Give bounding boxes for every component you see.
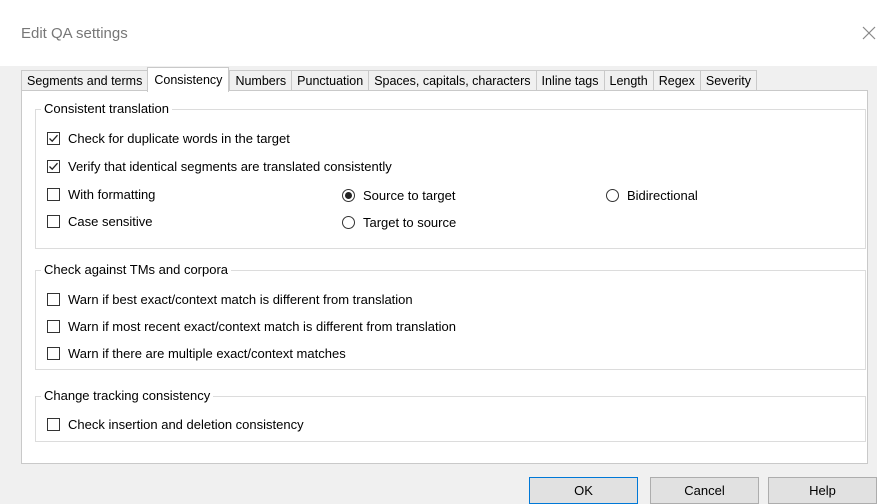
insertion-deletion-label: Check insertion and deletion consistency	[68, 417, 304, 432]
tab-severity[interactable]: Severity	[699, 70, 758, 91]
change-tracking-group: Change tracking consistency Check insert…	[35, 388, 866, 442]
duplicate-words-option[interactable]: Check for duplicate words in the target	[47, 131, 290, 146]
bidirectional-option[interactable]: Bidirectional	[606, 188, 698, 203]
tm-corpora-legend: Check against TMs and corpora	[41, 262, 232, 278]
best-match-checkbox[interactable]	[47, 293, 60, 306]
best-match-label: Warn if best exact/context match is diff…	[68, 292, 413, 307]
close-icon	[862, 26, 876, 40]
help-button[interactable]: Help	[768, 477, 877, 504]
consistent-translation-group: Consistent translation Check for duplica…	[35, 101, 866, 249]
tab-punctuation[interactable]: Punctuation	[291, 70, 369, 91]
checkmark-icon	[49, 134, 58, 143]
tab-strip: Segments and terms Consistency Numbers P…	[21, 67, 758, 92]
consistent-translation-legend: Consistent translation	[41, 101, 173, 117]
duplicate-words-checkbox[interactable]	[47, 132, 60, 145]
multiple-matches-label: Warn if there are multiple exact/context…	[68, 346, 346, 361]
edit-qa-settings-dialog: Edit QA settings Segments and terms Cons…	[0, 0, 877, 504]
source-to-target-label: Source to target	[363, 188, 456, 203]
tm-corpora-group: Check against TMs and corpora Warn if be…	[35, 262, 866, 370]
with-formatting-checkbox[interactable]	[47, 188, 60, 201]
bidirectional-label: Bidirectional	[627, 188, 698, 203]
with-formatting-label: With formatting	[68, 187, 156, 202]
case-sensitive-label: Case sensitive	[68, 214, 153, 229]
tab-regex[interactable]: Regex	[652, 70, 700, 91]
insertion-deletion-option[interactable]: Check insertion and deletion consistency	[47, 417, 304, 432]
multiple-matches-option[interactable]: Warn if there are multiple exact/context…	[47, 346, 346, 361]
insertion-deletion-checkbox[interactable]	[47, 418, 60, 431]
target-to-source-option[interactable]: Target to source	[342, 215, 456, 230]
checkmark-icon	[49, 162, 58, 171]
best-match-option[interactable]: Warn if best exact/context match is diff…	[47, 292, 413, 307]
source-to-target-radio[interactable]	[342, 189, 355, 202]
with-formatting-option[interactable]: With formatting	[47, 187, 155, 202]
tab-length[interactable]: Length	[603, 70, 653, 91]
tab-consistency[interactable]: Consistency	[147, 67, 230, 92]
ok-button[interactable]: OK	[529, 477, 638, 504]
identical-segments-option[interactable]: Verify that identical segments are trans…	[47, 159, 392, 174]
recent-match-option[interactable]: Warn if most recent exact/context match …	[47, 319, 456, 334]
tab-numbers[interactable]: Numbers	[229, 70, 292, 91]
tab-segments-and-terms[interactable]: Segments and terms	[21, 70, 148, 91]
change-tracking-legend: Change tracking consistency	[41, 388, 214, 404]
recent-match-checkbox[interactable]	[47, 320, 60, 333]
duplicate-words-label: Check for duplicate words in the target	[68, 131, 290, 146]
tab-inline-tags[interactable]: Inline tags	[535, 70, 604, 91]
recent-match-label: Warn if most recent exact/context match …	[68, 319, 456, 334]
tab-spaces-capitals-characters[interactable]: Spaces, capitals, characters	[368, 70, 536, 91]
source-to-target-option[interactable]: Source to target	[342, 188, 456, 203]
bidirectional-radio[interactable]	[606, 189, 619, 202]
multiple-matches-checkbox[interactable]	[47, 347, 60, 360]
identical-segments-label: Verify that identical segments are trans…	[68, 159, 392, 174]
target-to-source-radio[interactable]	[342, 216, 355, 229]
title-bar: Edit QA settings	[0, 0, 877, 66]
window-title: Edit QA settings	[21, 25, 128, 42]
close-button[interactable]	[853, 14, 877, 50]
case-sensitive-option[interactable]: Case sensitive	[47, 214, 153, 229]
cancel-button[interactable]: Cancel	[650, 477, 759, 504]
consistency-tab-panel: Consistent translation Check for duplica…	[21, 90, 868, 464]
target-to-source-label: Target to source	[363, 215, 457, 230]
case-sensitive-checkbox[interactable]	[47, 215, 60, 228]
identical-segments-checkbox[interactable]	[47, 160, 60, 173]
